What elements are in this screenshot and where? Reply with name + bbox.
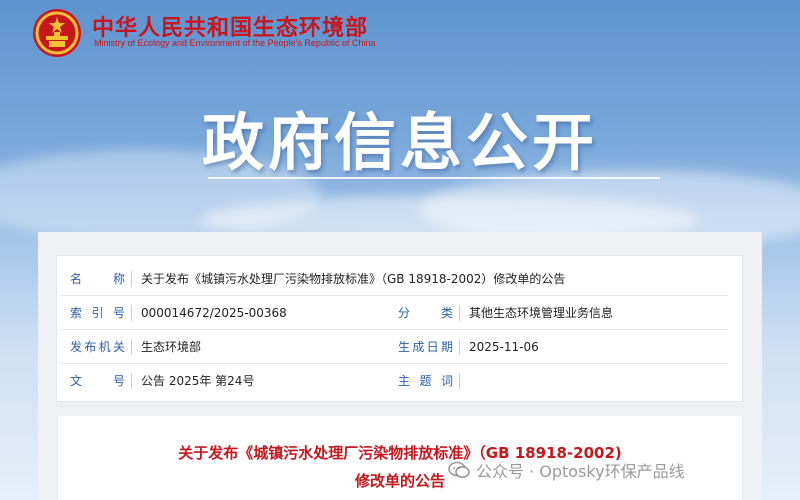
meta-label-docno: 文 号 [70,374,125,388]
watermark-text: 公众号 · Optosky环保产品线 [476,462,685,481]
national-emblem-icon[interactable] [32,8,82,58]
divider [131,373,132,389]
meta-value-category: 其他生态环境管理业务信息 [469,306,614,320]
meta-value-date: 2025-11-06 [469,340,539,354]
meta-label-name: 名 称 [70,272,125,286]
divider [60,363,728,364]
divider [131,339,132,355]
divider [131,305,132,321]
meta-label-date: 生成日期 [398,340,453,354]
meta-label-issuer: 发布机关 [70,340,125,354]
divider [131,271,132,287]
divider [60,329,728,330]
watermark: 公众号 · Optosky环保产品线 [448,458,685,482]
meta-value-index: 000014672/2025-00368 [141,306,287,320]
meta-value-name: 关于发布《城镇污水处理厂污染物排放标准》（GB 18918-2002）修改单的公… [141,272,566,286]
wechat-icon [448,461,470,478]
meta-label-index: 索 引 号 [70,306,125,320]
divider [459,305,460,321]
meta-value-issuer: 生态环境部 [141,340,202,354]
divider [208,177,660,179]
divider [459,373,460,389]
page-title: 政府信息公开 [201,106,598,179]
meta-value-docno: 公告 2025年 第24号 [141,374,255,388]
divider [60,295,728,296]
meta-label-keywords: 主 题 词 [398,374,453,388]
divider [459,339,460,355]
ministry-name-en[interactable]: Ministry of Ecology and Environment of t… [94,38,375,48]
meta-label-category: 分 类 [398,306,453,320]
